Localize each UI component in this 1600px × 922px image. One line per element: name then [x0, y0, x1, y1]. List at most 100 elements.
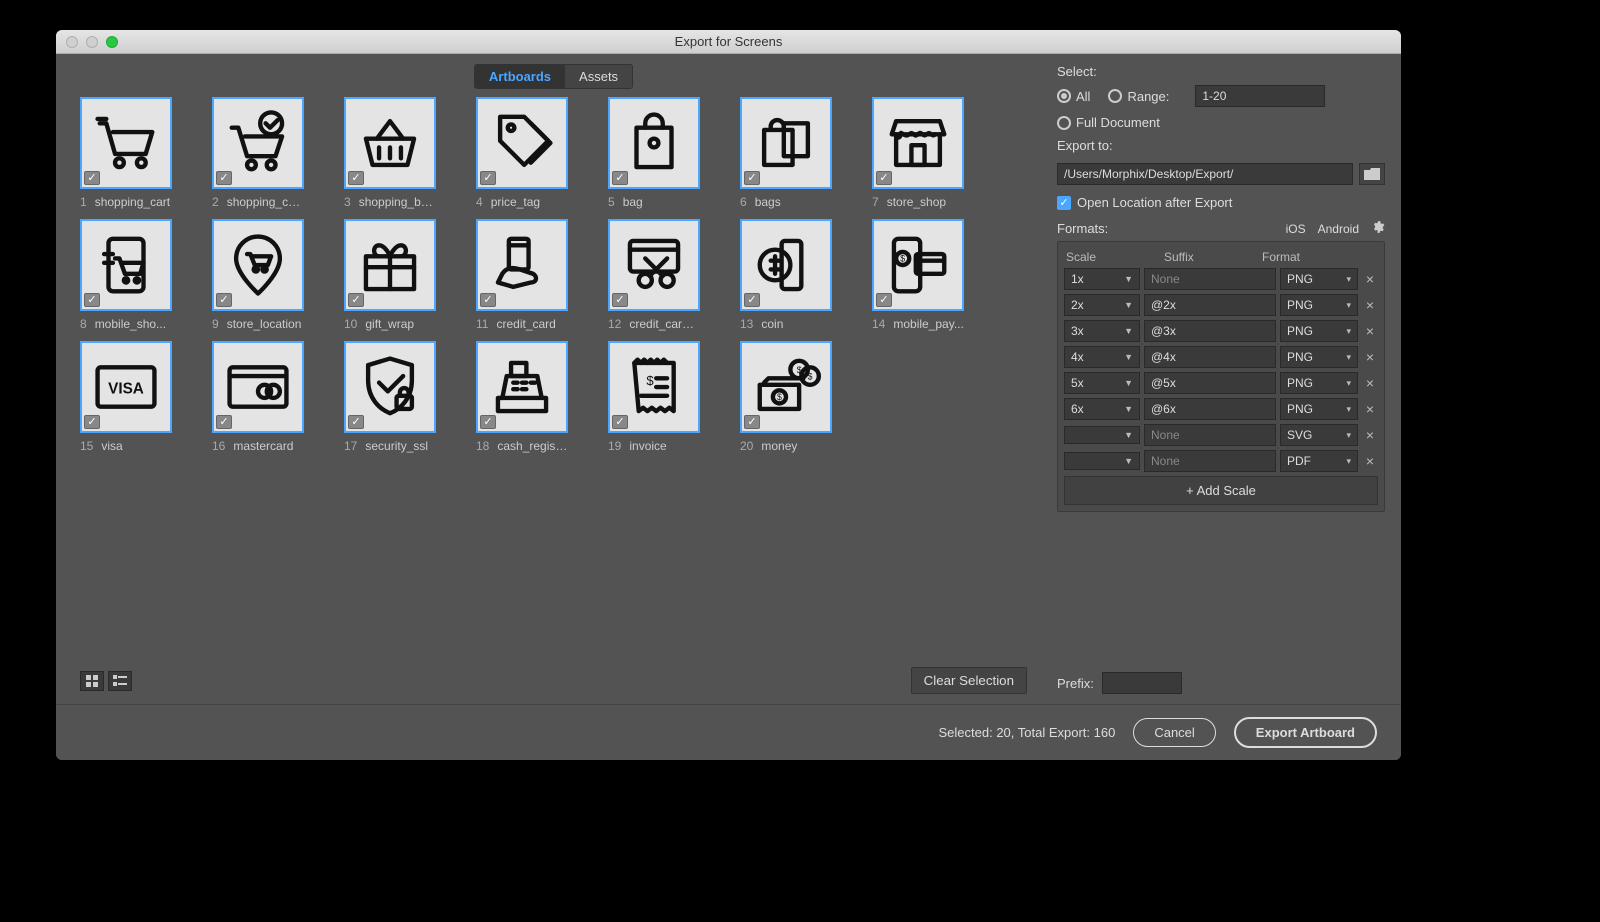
remove-format-button[interactable]: × [1362, 375, 1378, 391]
artboard-thumbnail[interactable] [80, 97, 172, 189]
add-scale-button[interactable]: + Add Scale [1064, 476, 1378, 505]
tab-artboards[interactable]: Artboards [475, 65, 565, 88]
artboard-selected-check-icon[interactable] [84, 171, 100, 185]
format-select[interactable]: PNG▾ [1280, 398, 1358, 420]
artboard-thumbnail[interactable] [344, 97, 436, 189]
artboard-selected-check-icon[interactable] [348, 415, 364, 429]
artboard-thumbnail[interactable] [344, 341, 436, 433]
artboard-item[interactable]: 2shopping_ca... [212, 97, 304, 209]
artboard-item[interactable]: 5bag [608, 97, 700, 209]
traffic-close[interactable] [66, 36, 78, 48]
scale-select[interactable]: 4x▼ [1064, 346, 1140, 368]
format-select[interactable]: PDF▾ [1280, 450, 1358, 472]
preset-android[interactable]: Android [1318, 222, 1359, 236]
artboard-selected-check-icon[interactable] [480, 171, 496, 185]
scale-select[interactable]: 1x▼ [1064, 268, 1140, 290]
artboard-thumbnail[interactable]: $ [608, 341, 700, 433]
artboard-item[interactable]: VISA15visa [80, 341, 172, 453]
artboard-item[interactable]: 16mastercard [212, 341, 304, 453]
scale-select[interactable]: ▼ [1064, 452, 1140, 470]
artboard-thumbnail[interactable] [476, 341, 568, 433]
artboard-thumbnail[interactable] [80, 219, 172, 311]
artboard-selected-check-icon[interactable] [348, 293, 364, 307]
artboard-selected-check-icon[interactable] [84, 293, 100, 307]
artboard-item[interactable]: 13coin [740, 219, 832, 331]
remove-format-button[interactable]: × [1362, 297, 1378, 313]
open-location-checkbox[interactable]: Open Location after Export [1057, 195, 1385, 210]
artboard-selected-check-icon[interactable] [216, 293, 232, 307]
scale-select[interactable]: 6x▼ [1064, 398, 1140, 420]
artboard-selected-check-icon[interactable] [876, 293, 892, 307]
grid-view-button[interactable] [80, 671, 104, 691]
artboard-item[interactable]: 12credit_card_... [608, 219, 700, 331]
radio-all[interactable]: All [1057, 89, 1090, 104]
scale-select[interactable]: 2x▼ [1064, 294, 1140, 316]
preset-ios[interactable]: iOS [1286, 222, 1306, 236]
artboard-selected-check-icon[interactable] [744, 293, 760, 307]
artboard-thumbnail[interactable] [212, 219, 304, 311]
radio-full-document[interactable]: Full Document [1057, 115, 1160, 130]
artboard-selected-check-icon[interactable] [480, 293, 496, 307]
artboard-selected-check-icon[interactable] [876, 171, 892, 185]
artboard-item[interactable]: $$$20money [740, 341, 832, 453]
artboard-item[interactable]: 9store_location [212, 219, 304, 331]
browse-folder-button[interactable] [1359, 163, 1385, 185]
suffix-input[interactable]: @5x [1144, 372, 1276, 394]
artboard-item[interactable]: 10gift_wrap [344, 219, 436, 331]
format-select[interactable]: PNG▾ [1280, 268, 1358, 290]
artboard-item[interactable]: 1shopping_cart [80, 97, 172, 209]
suffix-input[interactable]: @3x [1144, 320, 1276, 342]
format-select[interactable]: PNG▾ [1280, 294, 1358, 316]
artboard-thumbnail[interactable] [608, 219, 700, 311]
format-select[interactable]: PNG▾ [1280, 372, 1358, 394]
scale-select[interactable]: ▼ [1064, 426, 1140, 444]
format-select[interactable]: PNG▾ [1280, 320, 1358, 342]
artboard-thumbnail[interactable] [608, 97, 700, 189]
traffic-zoom[interactable] [106, 36, 118, 48]
artboard-item[interactable]: 4price_tag [476, 97, 568, 209]
range-input[interactable] [1195, 85, 1325, 107]
suffix-input[interactable]: None [1144, 450, 1276, 472]
artboard-selected-check-icon[interactable] [216, 171, 232, 185]
suffix-input[interactable]: @2x [1144, 294, 1276, 316]
artboard-item[interactable]: 17security_ssl [344, 341, 436, 453]
artboard-item[interactable]: 8mobile_sho... [80, 219, 172, 331]
scale-select[interactable]: 5x▼ [1064, 372, 1140, 394]
artboard-item[interactable]: 6bags [740, 97, 832, 209]
traffic-minimize[interactable] [86, 36, 98, 48]
prefix-input[interactable] [1102, 672, 1182, 694]
artboard-thumbnail[interactable] [476, 219, 568, 311]
formats-settings-button[interactable] [1371, 220, 1385, 237]
tab-assets[interactable]: Assets [565, 65, 632, 88]
artboard-item[interactable]: $14mobile_pay... [872, 219, 964, 331]
remove-format-button[interactable]: × [1362, 453, 1378, 469]
artboard-thumbnail[interactable] [212, 97, 304, 189]
artboard-thumbnail[interactable] [476, 97, 568, 189]
artboard-selected-check-icon[interactable] [612, 415, 628, 429]
list-view-button[interactable] [108, 671, 132, 691]
artboard-item[interactable]: 7store_shop [872, 97, 964, 209]
artboard-thumbnail[interactable] [740, 97, 832, 189]
export-path-input[interactable] [1057, 163, 1353, 185]
remove-format-button[interactable]: × [1362, 349, 1378, 365]
artboard-selected-check-icon[interactable] [480, 415, 496, 429]
artboard-item[interactable]: 18cash_register [476, 341, 568, 453]
cancel-button[interactable]: Cancel [1133, 718, 1215, 747]
artboard-thumbnail[interactable] [344, 219, 436, 311]
artboard-selected-check-icon[interactable] [744, 415, 760, 429]
artboard-item[interactable]: 11credit_card [476, 219, 568, 331]
artboard-item[interactable]: $19invoice [608, 341, 700, 453]
artboard-selected-check-icon[interactable] [744, 171, 760, 185]
scale-select[interactable]: 3x▼ [1064, 320, 1140, 342]
artboard-item[interactable]: 3shopping_ba... [344, 97, 436, 209]
artboard-thumbnail[interactable]: $ [872, 219, 964, 311]
artboard-selected-check-icon[interactable] [348, 171, 364, 185]
artboard-thumbnail[interactable]: VISA [80, 341, 172, 433]
artboard-selected-check-icon[interactable] [612, 171, 628, 185]
suffix-input[interactable]: @6x [1144, 398, 1276, 420]
suffix-input[interactable]: @4x [1144, 346, 1276, 368]
artboard-selected-check-icon[interactable] [216, 415, 232, 429]
artboard-selected-check-icon[interactable] [612, 293, 628, 307]
artboard-thumbnail[interactable] [740, 219, 832, 311]
clear-selection-button[interactable]: Clear Selection [911, 667, 1027, 694]
